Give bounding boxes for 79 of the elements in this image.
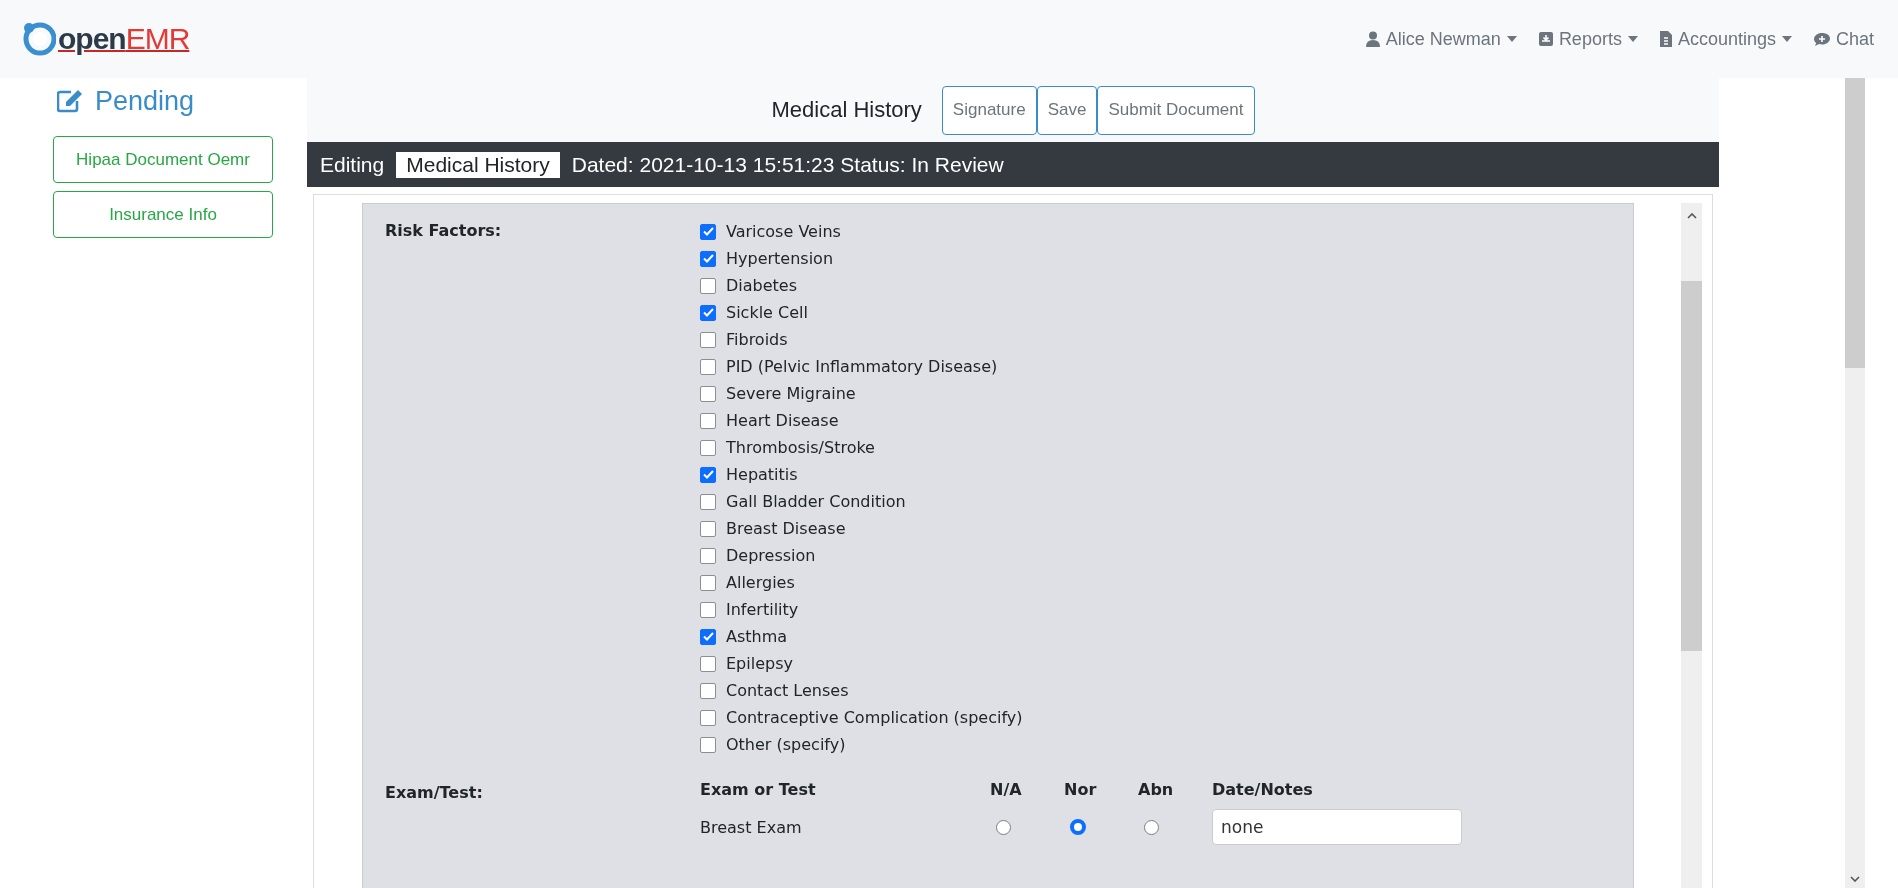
checkbox[interactable] xyxy=(700,655,716,672)
checkbox[interactable] xyxy=(700,304,716,321)
document-icon xyxy=(1659,31,1672,47)
checkbox[interactable] xyxy=(700,682,716,699)
column-header: Abn xyxy=(1138,780,1175,799)
checkbox-label: Depression xyxy=(726,546,816,565)
checkbox[interactable] xyxy=(700,277,716,294)
radio-button[interactable] xyxy=(1070,819,1086,835)
checkbox-label: Other (specify) xyxy=(726,735,846,754)
section-label: Exam/Test: xyxy=(385,782,484,804)
notes-field[interactable]: none xyxy=(1212,809,1462,845)
checkbox-label: Infertility xyxy=(726,600,799,619)
caret-icon xyxy=(1627,36,1638,42)
chat-icon xyxy=(1813,31,1830,47)
radio-button[interactable] xyxy=(1144,819,1159,835)
checkbox[interactable] xyxy=(700,493,716,510)
checkbox-label: Allergies xyxy=(726,573,795,592)
action-button[interactable]: Save xyxy=(1036,85,1098,135)
edit-icon xyxy=(57,89,83,113)
checkbox-label: Fibroids xyxy=(726,330,788,349)
nav-menu-item[interactable]: Alice Newman xyxy=(1365,28,1517,50)
checkbox[interactable] xyxy=(700,520,716,537)
nav-menu-item[interactable]: Reports xyxy=(1538,28,1638,50)
checkbox-label: Gall Bladder Condition xyxy=(726,492,906,511)
checkbox[interactable] xyxy=(700,601,716,618)
action-button[interactable]: Submit Document xyxy=(1097,85,1255,135)
action-button[interactable]: Signature xyxy=(941,85,1037,135)
person-icon xyxy=(1365,31,1380,47)
column-header: Date/Notes xyxy=(1212,780,1314,799)
document-name-badge: Medical History xyxy=(396,151,560,178)
checkbox[interactable] xyxy=(700,709,716,726)
document-title: Medical History xyxy=(771,97,922,123)
checkbox[interactable] xyxy=(700,331,716,348)
section-label: Risk Factors: xyxy=(385,220,503,242)
checkbox-label: Varicose Veins xyxy=(726,222,841,241)
caret-icon xyxy=(1781,36,1792,42)
checkbox[interactable] xyxy=(700,439,716,456)
status-info: Dated: 2021-10-13 15:51:23 Status: In Review xyxy=(571,152,1004,177)
exam-name: Breast Exam xyxy=(700,817,803,837)
checkbox-label: Asthma xyxy=(726,627,788,646)
checkbox-label: Breast Disease xyxy=(726,519,846,538)
scrollbar[interactable] xyxy=(1681,203,1702,888)
checkbox-label: Contact Lenses xyxy=(726,681,849,700)
checkbox-label: Epilepsy xyxy=(726,654,793,673)
radio-button[interactable] xyxy=(996,819,1011,835)
checkbox-label: Contraceptive Complication (specify) xyxy=(726,708,1023,727)
column-header: N/A xyxy=(990,780,1023,799)
report-icon xyxy=(1538,32,1553,46)
checkbox-label: Thrombosis/Stroke xyxy=(726,438,875,457)
sidebar-heading: Pending xyxy=(95,85,195,117)
checkbox-label: Hepatitis xyxy=(726,465,798,484)
column-header: Exam or Test xyxy=(700,780,817,799)
nav-menu-item[interactable]: Accountings xyxy=(1659,28,1792,50)
status-label: Editing xyxy=(320,152,385,177)
scroll-up-icon[interactable] xyxy=(1686,213,1697,219)
checkbox-label: Diabetes xyxy=(726,276,798,295)
checkbox-label: Sickle Cell xyxy=(726,303,808,322)
checkbox[interactable] xyxy=(700,736,716,753)
checkbox-label: Severe Migraine xyxy=(726,384,856,403)
checkbox[interactable] xyxy=(700,574,716,591)
checkbox[interactable] xyxy=(700,358,716,375)
page-scrollbar[interactable] xyxy=(1845,78,1865,888)
caret-icon xyxy=(1506,36,1517,42)
checkbox[interactable] xyxy=(700,412,716,429)
checkbox[interactable] xyxy=(700,385,716,402)
nav-menu-item[interactable]: Chat xyxy=(1813,28,1874,50)
scroll-down-icon[interactable] xyxy=(1850,876,1860,882)
checkbox-label: PID (Pelvic Inflammatory Disease) xyxy=(726,357,998,376)
checkbox[interactable] xyxy=(700,223,716,240)
logo-text[interactable]: openEMR xyxy=(58,22,190,56)
checkbox-label: Hypertension xyxy=(726,249,834,268)
checkbox-label: Heart Disease xyxy=(726,411,839,430)
column-header: Nor xyxy=(1064,780,1098,799)
document-button[interactable]: Hipaa Document Oemr xyxy=(53,136,273,183)
checkbox[interactable] xyxy=(700,628,716,645)
checkbox[interactable] xyxy=(700,250,716,267)
checkbox[interactable] xyxy=(700,547,716,564)
checkbox[interactable] xyxy=(700,466,716,483)
document-button[interactable]: Insurance Info xyxy=(53,191,273,238)
